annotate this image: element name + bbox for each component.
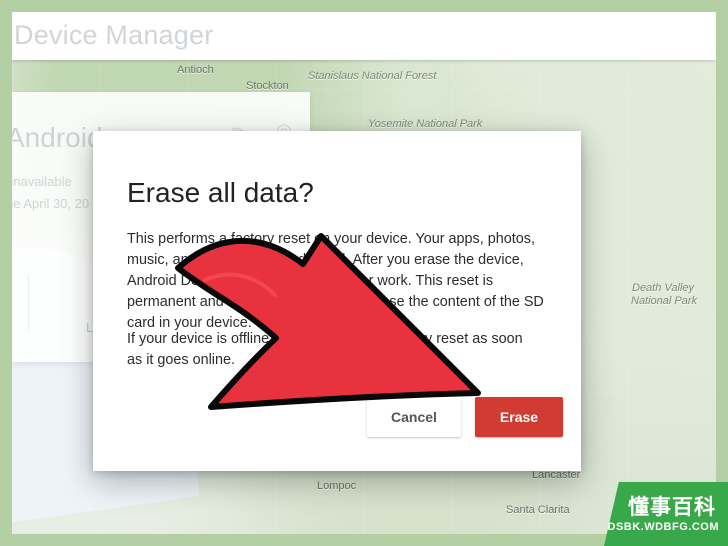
page-title: Device Manager (14, 20, 214, 50)
map-label-santa-clarita: Santa Clarita (506, 504, 570, 516)
screenshot-frame: Antioch Stockton Stanislaus National For… (12, 12, 716, 534)
map-label-stockton: Stockton (246, 80, 289, 92)
map-label-antioch: Antioch (177, 64, 214, 76)
map-label-stanislaus-national-forest: Stanislaus National Forest (308, 70, 437, 82)
dialog-body-text: This performs a factory reset on your de… (127, 231, 544, 331)
erase-all-data-dialog: Erase all data? This performs a factory … (93, 131, 581, 471)
watermark-badge: 懂事百科 DSBK.WDBFG.COM (604, 482, 728, 546)
device-date: ne April 30, 20 (12, 196, 90, 211)
device-status: unavailable (12, 174, 72, 189)
device-card-divider (28, 274, 29, 332)
top-app-bar: Device Manager (12, 12, 716, 60)
map-label-national-park: National Park (631, 295, 698, 307)
device-name: Android (12, 122, 103, 153)
watermark-title: 懂事百科 (628, 496, 716, 519)
map-label-death-valley: Death Valley (632, 282, 694, 294)
erase-button[interactable]: Erase (475, 397, 563, 437)
dialog-offline-note: If your device is offline, we will perfo… (127, 331, 523, 368)
map-label-yosemite-national-park: Yosemite National Park (368, 118, 483, 130)
map-label-lompoc: Lompoc (317, 480, 357, 492)
cancel-button[interactable]: Cancel (367, 397, 461, 437)
watermark-url: DSBK.WDBFG.COM (607, 521, 719, 533)
dialog-title: Erase all data? (127, 177, 314, 208)
